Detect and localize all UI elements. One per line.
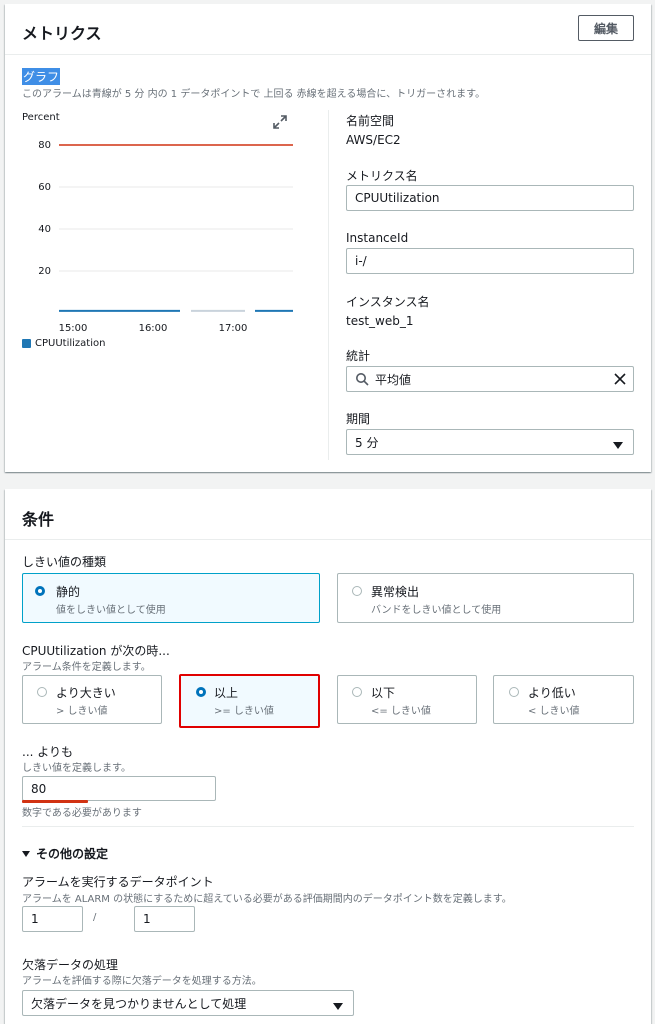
clear-icon[interactable] [613,372,627,386]
metric-chart: 80 60 40 20 15:00 16:00 17:00 [38,140,293,334]
conditions-panel: 条件 しきい値の種類 静的 値をしきい値として使用 異常検出 バンドをしきい値と… [5,489,651,1024]
conditions-title: 条件 [22,510,55,529]
period-label: 期間 [346,412,371,426]
static-desc: 値をしきい値として使用 [56,605,166,616]
legend-label: CPUUtilization [35,338,106,349]
option-less[interactable]: より低い < しきい値 [493,675,634,724]
static-title: 静的 [56,585,81,599]
namespace-value: AWS/EC2 [346,133,401,147]
period-value: 5 分 [355,435,379,450]
than-label: ... よりも [22,745,74,759]
y-tick-label: 20 [38,266,51,277]
anomaly-tile[interactable]: 異常検出 バンドをしきい値として使用 [337,573,634,623]
metrics-header: メトリクス 編集 [5,4,651,55]
anomaly-title: 異常検出 [371,585,420,599]
chart-x-ticks: 15:00 16:00 17:00 [59,323,248,334]
threshold-type-label: しきい値の種類 [22,555,107,569]
namespace-label: 名前空間 [346,114,395,128]
graph-description: このアラームは青線が 5 分 内の 1 データポイントで 上回る 赤線を超える場… [22,89,486,100]
period-select[interactable]: 5 分 [346,429,634,455]
chart-y-ticks: 80 60 40 20 [38,140,51,277]
when-label: CPUUtilization が次の時... [22,644,170,658]
other-settings-label: その他の設定 [36,847,109,861]
instance-name-label: インスタンス名 [346,295,430,309]
x-tick-label: 16:00 [139,323,168,334]
x-tick-label: 17:00 [219,323,248,334]
chart-grid [59,144,293,272]
conditions-header: 条件 [5,489,651,540]
caret-down-icon [22,847,30,861]
chart-legend: CPUUtilization [22,338,105,349]
datapoints-separator: / [93,912,97,923]
datapoints-label: アラームを実行するデータポイント [22,875,214,889]
threshold-underline [22,800,88,803]
missing-data-select[interactable]: 欠落データを見つかりませんとして処理 [22,990,354,1016]
threshold-input[interactable]: 80 [22,776,216,801]
datapoints-m-input[interactable]: 1 [22,906,83,932]
datapoints-desc: アラームを ALARM の状態にするために超えている必要がある評価期間内のデータ… [22,894,512,905]
metrics-title: メトリクス [22,24,102,43]
section-divider [22,826,634,827]
edit-button[interactable]: 編集 [578,15,634,41]
chart-unit-label: Percent [22,112,60,123]
option-greater[interactable]: より大きい > しきい値 [22,675,162,724]
option-greater-equal-desc: >= しきい値 [214,706,274,717]
metrics-panel: メトリクス 編集 グラフ このアラームは青線が 5 分 内の 1 データポイント… [5,4,651,472]
other-settings-toggle[interactable]: その他の設定 [22,845,108,862]
option-less-equal-title: 以下 [371,686,396,700]
option-greater-equal-title: 以上 [214,686,239,700]
missing-data-value: 欠落データを見つかりませんとして処理 [31,996,247,1011]
chevron-down-icon [333,1000,343,1014]
option-greater-radio[interactable] [37,687,47,697]
missing-data-label: 欠落データの処理 [22,958,119,972]
y-tick-label: 60 [38,182,51,193]
datapoints-n-input[interactable]: 1 [134,906,195,932]
y-tick-label: 80 [38,140,51,151]
vertical-divider [328,110,329,460]
x-tick-label: 15:00 [59,323,88,334]
chevron-down-icon [613,439,623,453]
option-less-desc: < しきい値 [528,706,580,717]
statistic-value: 平均値 [375,372,412,387]
static-tile[interactable]: 静的 値をしきい値として使用 [22,573,320,623]
option-greater-equal-radio[interactable] [196,687,206,697]
than-desc: しきい値を定義します。 [22,763,131,774]
static-radio[interactable] [35,586,45,596]
option-less-equal[interactable]: 以下 <= しきい値 [337,675,477,724]
option-less-equal-desc: <= しきい値 [371,706,431,717]
statistic-select[interactable]: 平均値 [346,366,634,392]
anomaly-radio[interactable] [352,586,362,596]
metric-name-field[interactable]: CPUUtilization [346,185,634,211]
threshold-hint: 数字である必要があります [22,808,142,819]
anomaly-desc: バンドをしきい値として使用 [371,605,502,616]
instance-name-value: test_web_1 [346,314,414,328]
option-less-radio[interactable] [509,687,519,697]
option-greater-equal[interactable]: 以上 >= しきい値 [179,674,320,728]
when-desc: アラーム条件を定義します。 [22,662,151,673]
instance-id-field[interactable]: i-/ [346,248,634,274]
instance-id-label: InstanceId [346,231,409,245]
metric-name-label: メトリクス名 [346,169,418,183]
legend-swatch [22,339,31,348]
graph-label: グラフ [22,68,61,85]
missing-data-desc: アラームを評価する際に欠落データを処理する方法。 [22,976,262,987]
option-less-title: より低い [528,686,576,700]
option-greater-desc: > しきい値 [56,706,108,717]
y-tick-label: 40 [38,224,51,235]
search-icon [355,372,369,386]
option-greater-title: より大きい [56,686,116,700]
statistic-label: 統計 [346,349,371,363]
option-less-equal-radio[interactable] [352,687,362,697]
